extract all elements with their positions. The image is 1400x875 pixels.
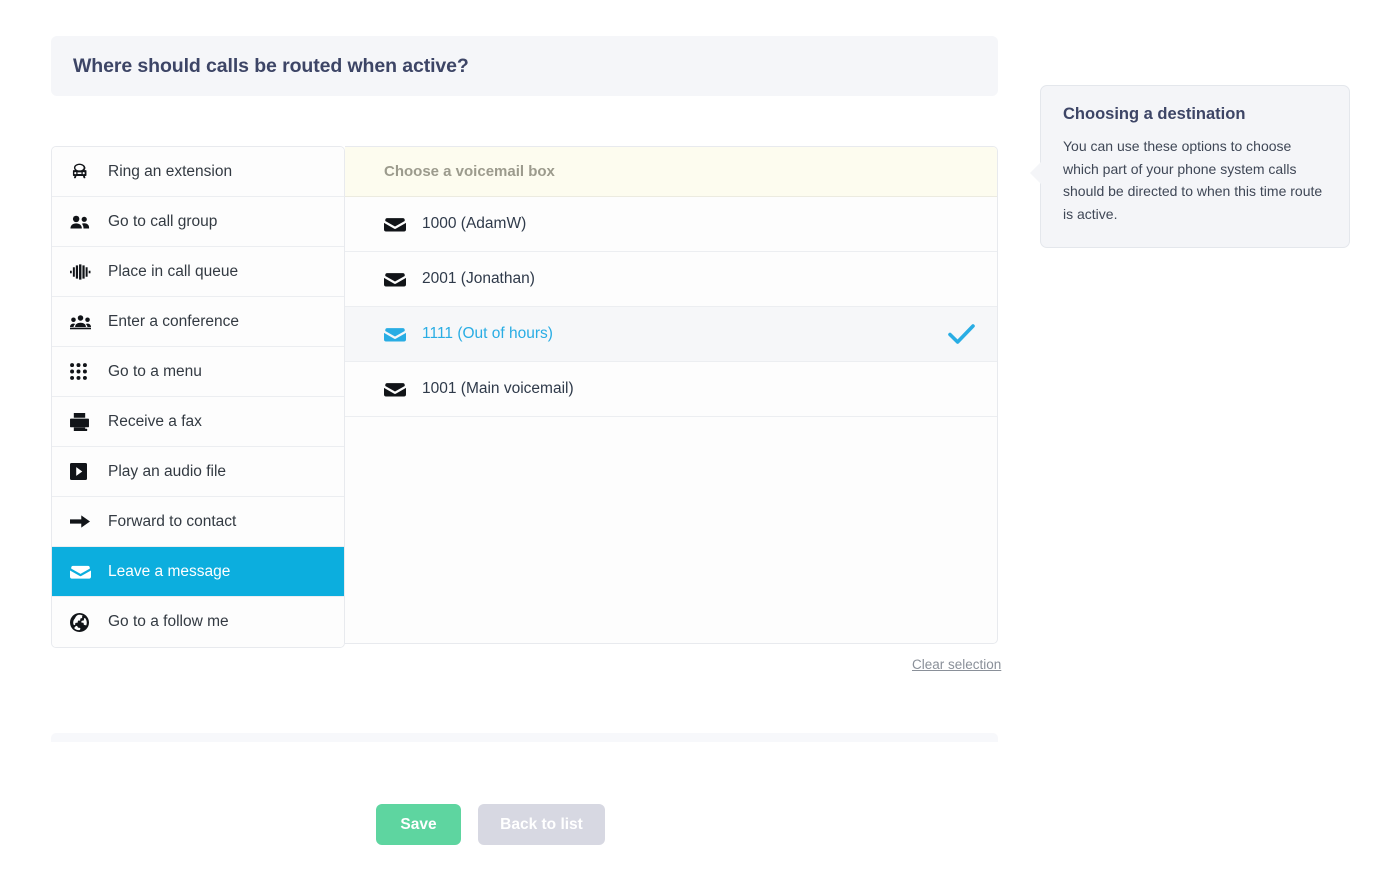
save-button[interactable]: Save: [376, 804, 461, 845]
clear-selection-link[interactable]: Clear selection: [912, 657, 1001, 672]
destination-item-label: Go to a follow me: [108, 613, 229, 631]
arrow-right-icon: [70, 514, 96, 529]
destination-chooser-page: Where should calls be routed when active…: [0, 0, 1400, 875]
back-to-list-button[interactable]: Back to list: [478, 804, 605, 845]
voicemail-envelope-icon: [384, 216, 412, 232]
destination-item-label: Go to a menu: [108, 362, 202, 380]
globe-icon: [70, 612, 96, 632]
voicemail-option-label: 1111 (Out of hours): [422, 325, 553, 342]
voicemail-option-label: 1001 (Main voicemail): [422, 380, 574, 397]
voicemail-box-panel: Choose a voicemail box 1000 (AdamW) 2001…: [345, 146, 998, 644]
callout-title: Choosing a destination: [1063, 105, 1246, 123]
voicemail-envelope-icon: [384, 381, 412, 397]
envelope-icon: [70, 564, 96, 579]
check-icon: [948, 323, 975, 345]
fax-icon: [70, 412, 96, 431]
destination-item-label: Place in call queue: [108, 262, 239, 280]
page-title: Where should calls be routed when active…: [73, 54, 469, 77]
callout-body: You can use these options to choose whic…: [1063, 138, 1323, 222]
destination-item-leave-a-message[interactable]: Leave a message: [52, 547, 344, 597]
destination-item-forward-to-contact[interactable]: Forward to contact: [52, 497, 344, 547]
question-header: Where should calls be routed when active…: [51, 36, 998, 96]
destination-item-play-an-audio-file[interactable]: Play an audio file: [52, 447, 344, 497]
destination-item-go-to-a-menu[interactable]: Go to a menu: [52, 347, 344, 397]
users-icon: [70, 214, 96, 230]
destination-item-label: Ring an extension: [108, 162, 233, 180]
voicemail-option-row[interactable]: 2001 (Jonathan): [345, 252, 997, 307]
destination-item-go-to-call-group[interactable]: Go to call group: [52, 197, 344, 247]
play-icon: [70, 463, 96, 480]
destination-item-go-to-a-follow-me[interactable]: Go to a follow me: [52, 597, 344, 647]
destination-type-list: Ring an extension Go to call group Place…: [51, 146, 345, 648]
destination-item-label: Go to call group: [108, 212, 218, 230]
destination-item-label: Play an audio file: [108, 462, 227, 480]
footer-actions: Save Back to list: [376, 804, 605, 845]
destination-item-label: Enter a conference: [108, 312, 239, 330]
voicemail-option-label: 1000 (AdamW): [422, 215, 527, 232]
conference-icon: [70, 314, 96, 330]
telephone-icon: [70, 162, 96, 181]
destination-item-receive-a-fax[interactable]: Receive a fax: [52, 397, 344, 447]
voicemail-option-row-selected[interactable]: 1111 (Out of hours): [345, 307, 997, 362]
destination-item-label: Forward to contact: [108, 512, 237, 530]
voicemail-option-row[interactable]: 1001 (Main voicemail): [345, 362, 997, 417]
voicemail-box-heading: Choose a voicemail box: [345, 147, 997, 197]
destination-item-label: Receive a fax: [108, 412, 202, 430]
keypad-grid-icon: [70, 363, 96, 380]
destination-item-place-in-call-queue[interactable]: Place in call queue: [52, 247, 344, 297]
destination-item-label: Leave a message: [108, 562, 231, 580]
chooser-container: Ring an extension Go to call group Place…: [51, 146, 998, 648]
destination-item-enter-a-conference[interactable]: Enter a conference: [52, 297, 344, 347]
voicemail-envelope-icon: [384, 271, 412, 287]
voicemail-option-row[interactable]: 1000 (AdamW): [345, 197, 997, 252]
destination-item-ring-an-extension[interactable]: Ring an extension: [52, 147, 344, 197]
voicemail-option-label: 2001 (Jonathan): [422, 270, 535, 287]
queue-bars-icon: [70, 263, 96, 280]
help-callout: Choosing a destination You can use these…: [1029, 85, 1350, 248]
next-section-divider: [51, 733, 998, 742]
voicemail-envelope-icon: [384, 326, 412, 342]
